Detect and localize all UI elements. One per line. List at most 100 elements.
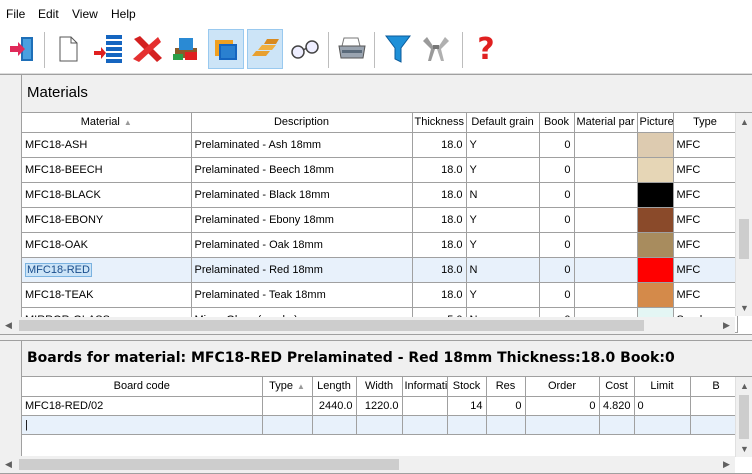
col-material-par[interactable]: Material par xyxy=(574,113,638,133)
cell-material-par[interactable] xyxy=(574,182,638,208)
delete-x-icon[interactable] xyxy=(128,29,164,69)
cell-grain[interactable]: N xyxy=(466,257,540,283)
cell-book[interactable]: 0 xyxy=(539,232,575,258)
cell-book[interactable]: 0 xyxy=(539,207,575,233)
cell-material-par[interactable] xyxy=(574,207,638,233)
cell-length[interactable]: 2440.0 xyxy=(312,396,357,416)
cell-thickness[interactable]: 18.0 xyxy=(412,182,467,208)
cell-type[interactable]: MFC xyxy=(673,207,738,233)
cell-picture[interactable] xyxy=(637,232,674,258)
col-book[interactable]: Book xyxy=(539,113,575,133)
cell-grain[interactable]: Y xyxy=(466,157,540,183)
cell-material-par[interactable] xyxy=(574,282,638,308)
new-row-cell[interactable] xyxy=(262,415,313,435)
col-cost[interactable]: Cost xyxy=(599,377,635,397)
materials-horizontal-scrollbar[interactable]: ◀ ▶ xyxy=(0,317,735,334)
cell-grain[interactable]: Y xyxy=(466,207,540,233)
cell-material-par[interactable] xyxy=(574,157,638,183)
cell-type[interactable]: MFC xyxy=(673,232,738,258)
cell-order[interactable]: 0 xyxy=(525,396,600,416)
cell-book[interactable]: 0 xyxy=(539,282,575,308)
cell-description[interactable]: Prelaminated - Black 18mm xyxy=(191,182,413,208)
cell-picture[interactable] xyxy=(637,157,674,183)
table-row[interactable]: MFC18-EBONY Prelaminated - Ebony 18mm 18.0… xyxy=(22,207,738,233)
col-default-grain[interactable]: Default grain xyxy=(466,113,540,133)
new-row[interactable]: | xyxy=(22,415,743,435)
table-row[interactable]: MFC18-RED/02 2440.0 1220.0 14 0 0 4.820 … xyxy=(22,396,743,416)
cell-width[interactable]: 1220.0 xyxy=(356,396,403,416)
table-row[interactable]: MFC18-ASH Prelaminated - Ash 18mm 18.0 Y 0 MF… xyxy=(22,132,738,158)
cell-material[interactable]: MFC18-BEECH xyxy=(22,157,192,183)
cell-grain[interactable]: Y xyxy=(466,232,540,258)
new-row-cell[interactable] xyxy=(599,415,635,435)
cell-thickness[interactable]: 18.0 xyxy=(412,132,467,158)
boards-horizontal-scrollbar[interactable]: ◀ ▶ xyxy=(0,456,735,473)
cell-book[interactable]: 0 xyxy=(539,182,575,208)
new-row-cell[interactable] xyxy=(447,415,487,435)
menu-edit[interactable]: Edit xyxy=(38,7,59,21)
cell-type[interactable]: MFC xyxy=(673,182,738,208)
spectacles-icon[interactable] xyxy=(287,29,323,69)
cell-book[interactable]: 0 xyxy=(539,257,575,283)
table-row[interactable]: MFC18-TEAK Prelaminated - Teak 18mm 18.0 Y 0… xyxy=(22,282,738,308)
menu-help[interactable]: Help xyxy=(111,7,136,21)
cell-material[interactable]: MFC18-ASH xyxy=(22,132,192,158)
cell-picture[interactable] xyxy=(637,207,674,233)
cell-thickness[interactable]: 18.0 xyxy=(412,232,467,258)
new-row-cell[interactable] xyxy=(402,415,448,435)
new-row-cell[interactable] xyxy=(486,415,526,435)
cell-book[interactable]: 0 xyxy=(539,157,575,183)
cell-material[interactable]: MFC18-EBONY xyxy=(22,207,192,233)
table-row[interactable]: MFC18-RED Prelaminated - Red 18mm 18.0 N 0 MF… xyxy=(22,257,738,283)
cell-description[interactable]: Prelaminated - Beech 18mm xyxy=(191,157,413,183)
insert-row-icon[interactable] xyxy=(90,29,126,69)
cell-description[interactable]: Prelaminated - Ash 18mm xyxy=(191,132,413,158)
new-row-cell[interactable] xyxy=(356,415,403,435)
cell-thickness[interactable]: 18.0 xyxy=(412,257,467,283)
menu-view[interactable]: View xyxy=(72,7,98,21)
table-row[interactable]: MFC18-BLACK Prelaminated - Black 18mm 18.0… xyxy=(22,182,738,208)
printer-icon[interactable] xyxy=(334,29,370,69)
cell-res[interactable]: 0 xyxy=(486,396,526,416)
cell-picture[interactable] xyxy=(637,132,674,158)
cell-grain[interactable]: N xyxy=(466,182,540,208)
new-document-icon[interactable] xyxy=(50,29,86,69)
cell-description[interactable]: Prelaminated - Oak 18mm xyxy=(191,232,413,258)
new-row-code-input[interactable]: | xyxy=(22,415,263,435)
cell-material[interactable]: MFC18-RED xyxy=(22,257,192,283)
cell-description[interactable]: Prelaminated - Ebony 18mm xyxy=(191,207,413,233)
scroll-up-icon[interactable]: ▲ xyxy=(736,377,752,394)
col-board-type[interactable]: Type ▲ xyxy=(262,377,313,397)
tools-icon[interactable] xyxy=(418,29,454,69)
cell-information[interactable] xyxy=(402,396,448,416)
cell-thickness[interactable]: 18.0 xyxy=(412,157,467,183)
col-limit[interactable]: Limit xyxy=(634,377,691,397)
col-res[interactable]: Res xyxy=(486,377,526,397)
cell-material-par[interactable] xyxy=(574,232,638,258)
col-width[interactable]: Width xyxy=(356,377,403,397)
boards-view-icon[interactable] xyxy=(247,29,283,69)
cell-limit[interactable]: 0 xyxy=(634,396,691,416)
new-row-cell[interactable] xyxy=(634,415,691,435)
col-information[interactable]: Informati xyxy=(402,377,448,397)
col-type[interactable]: Type xyxy=(673,113,738,133)
cell-book[interactable]: 0 xyxy=(539,132,575,158)
print-preview-icon[interactable] xyxy=(168,29,204,69)
cell-picture[interactable] xyxy=(637,182,674,208)
cell-material[interactable]: MFC18-TEAK xyxy=(22,282,192,308)
table-row[interactable]: MFC18-OAK Prelaminated - Oak 18mm 18.0 Y 0 MF… xyxy=(22,232,738,258)
cell-picture[interactable] xyxy=(637,257,674,283)
scroll-thumb[interactable] xyxy=(739,219,749,259)
cell-description[interactable]: Prelaminated - Red 18mm xyxy=(191,257,413,283)
cell-cost[interactable]: 4.820 xyxy=(599,396,635,416)
col-thickness[interactable]: Thickness xyxy=(412,113,467,133)
boards-vertical-scrollbar[interactable]: ▲ ▼ xyxy=(735,377,752,457)
new-row-cell[interactable] xyxy=(525,415,600,435)
cell-material-par[interactable] xyxy=(574,257,638,283)
scroll-right-icon[interactable]: ▶ xyxy=(718,317,735,334)
cell-type[interactable]: MFC xyxy=(673,282,738,308)
new-row-cell[interactable] xyxy=(312,415,357,435)
filter-funnel-icon[interactable] xyxy=(380,29,416,69)
scroll-thumb[interactable] xyxy=(739,395,749,439)
scroll-thumb[interactable] xyxy=(19,459,399,470)
